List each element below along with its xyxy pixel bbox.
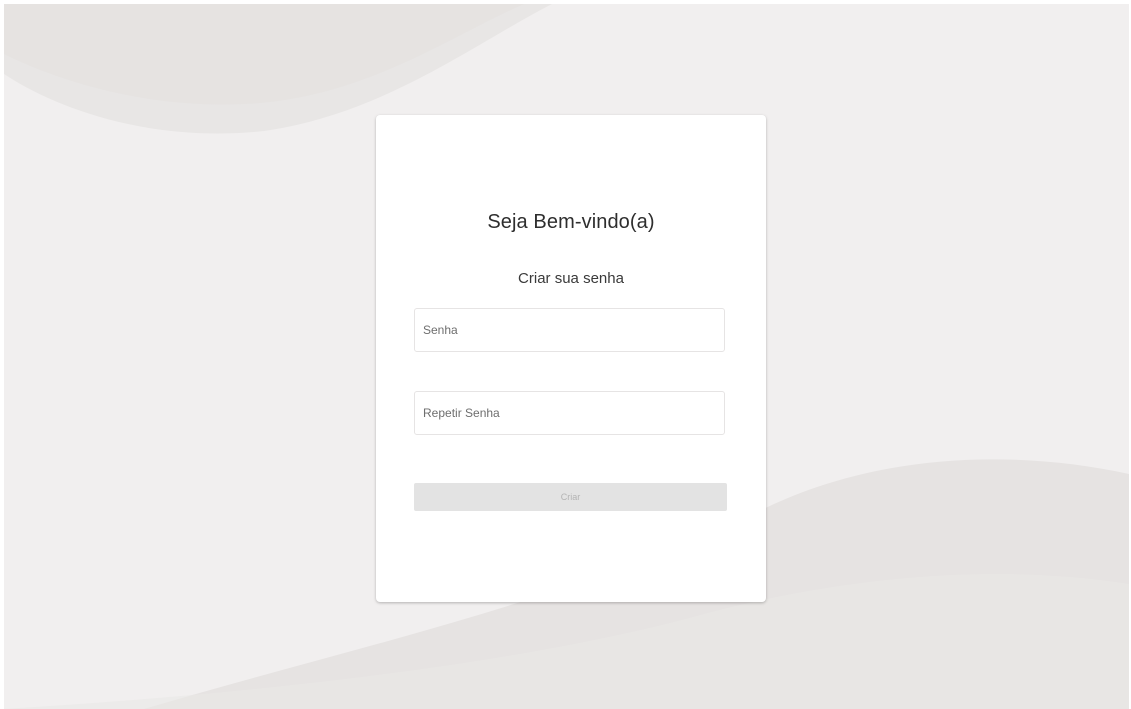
page-background: Seja Bem-vindo(a) Criar sua senha Criar: [4, 4, 1129, 709]
create-button[interactable]: Criar: [414, 483, 727, 511]
card-subtitle: Criar sua senha: [518, 270, 624, 287]
password-field: [414, 308, 725, 352]
password-input[interactable]: [415, 309, 724, 351]
card-title: Seja Bem-vindo(a): [487, 211, 655, 233]
repeat-password-input[interactable]: [415, 392, 724, 434]
repeat-password-field: [414, 391, 725, 435]
signup-card: Seja Bem-vindo(a) Criar sua senha Criar: [376, 115, 766, 602]
